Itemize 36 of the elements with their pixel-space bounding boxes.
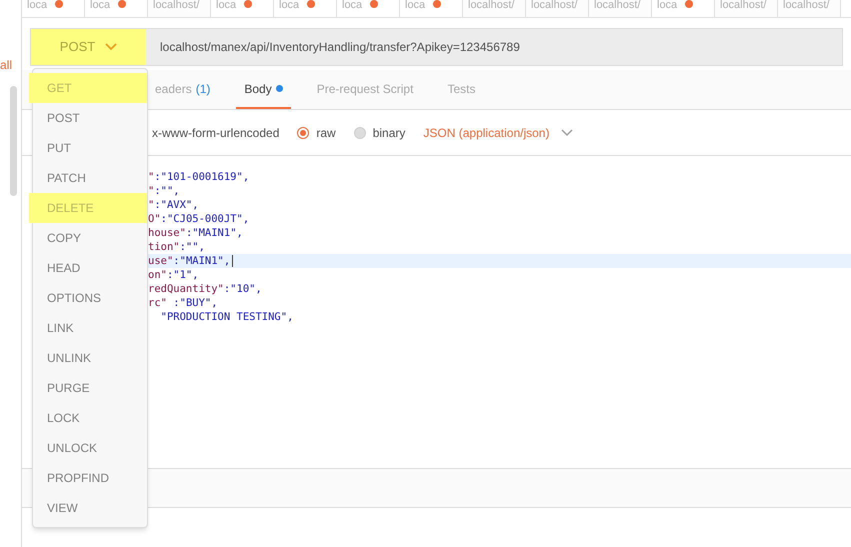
code-line: ":"AVX",: [148, 198, 200, 212]
method-option[interactable]: POST: [33, 103, 147, 133]
code-line: house":"MAIN1",: [148, 226, 244, 240]
method-option[interactable]: VIEW: [33, 493, 147, 523]
method-option[interactable]: DELETE: [29, 193, 147, 223]
code-line: ":"",: [148, 184, 181, 198]
content-type-dropdown[interactable]: JSON (application/json): [423, 124, 574, 142]
tab[interactable]: eaders (1): [147, 70, 218, 109]
tab[interactable]: Pre-request Script: [308, 70, 422, 109]
scrollbar[interactable]: [10, 86, 17, 196]
method-option[interactable]: LOCK: [33, 403, 147, 433]
tab[interactable]: Body: [236, 70, 291, 109]
method-option[interactable]: PURGE: [33, 373, 147, 403]
code-line: O":"CJ05-000JT",: [148, 212, 250, 226]
code-line: "PRODUCTION TESTING",: [160, 310, 294, 324]
body-mode-option[interactable]: x-www-form-urlencoded: [152, 124, 280, 142]
method-option[interactable]: UNLINK: [33, 343, 147, 373]
method-option[interactable]: OPTIONS: [33, 283, 147, 313]
code-line: tion":"",: [148, 240, 206, 254]
radio-option[interactable]: raw: [297, 124, 336, 142]
method-option[interactable]: LINK: [33, 313, 147, 343]
sidebar-link[interactable]: all: [0, 56, 12, 74]
radio-option[interactable]: binary: [354, 124, 406, 142]
method-option[interactable]: HEAD: [33, 253, 147, 283]
method-option[interactable]: PROPFIND: [33, 463, 147, 493]
method-option[interactable]: PUT: [33, 133, 147, 163]
chevron-down-icon: [561, 128, 574, 136]
code-line: ":"101-0001619",: [148, 170, 250, 184]
code-line: redQuantity":"10",: [148, 282, 263, 296]
method-option[interactable]: PATCH: [33, 163, 147, 193]
tab[interactable]: Tests: [439, 70, 484, 109]
code-line: rc" :"BUY",: [148, 296, 219, 310]
method-option[interactable]: COPY: [33, 223, 147, 253]
method-option[interactable]: GET: [29, 73, 147, 103]
code-line: on":"1",: [148, 268, 200, 282]
method-option[interactable]: UNLOCK: [33, 433, 147, 463]
